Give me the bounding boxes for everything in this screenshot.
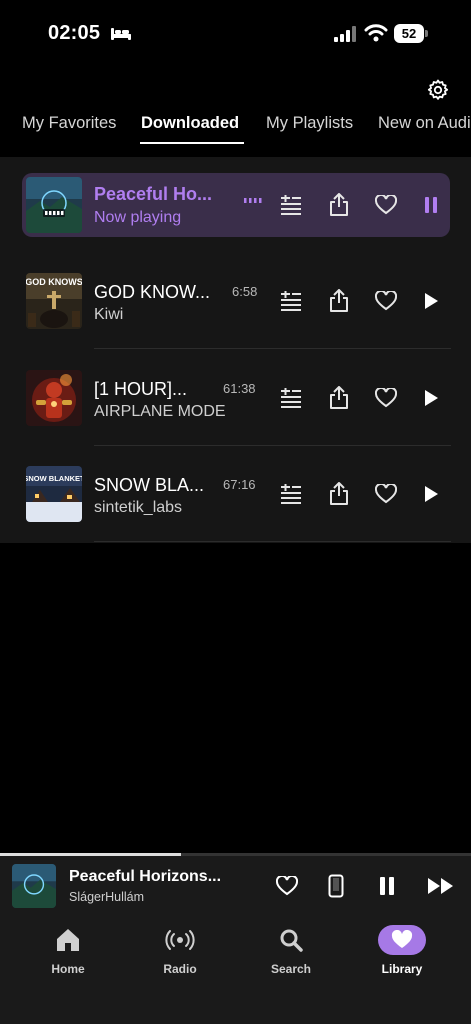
pause-icon[interactable]: [374, 873, 400, 899]
heart-icon[interactable]: [373, 192, 399, 218]
track-row[interactable]: [1 HOUR]... AIRPLANE MODE 61:38: [0, 350, 471, 446]
mini-player[interactable]: Peaceful Horizons... SlágerHullám: [0, 856, 471, 916]
mini-player-title: Peaceful Horizons...: [69, 868, 222, 885]
tab-downloaded[interactable]: Downloaded: [141, 114, 239, 133]
track-row[interactable]: GOD KNOWS GOD KNOW... Kiwi 6:58: [0, 253, 471, 349]
now-playing-label: Now playing: [94, 209, 182, 226]
mini-player-artwork: [12, 864, 56, 908]
gear-icon[interactable]: [426, 78, 450, 102]
track-artwork: [26, 177, 82, 233]
nav-search[interactable]: Search: [251, 926, 331, 976]
track-artist: AIRPLANE MODE: [94, 403, 226, 420]
heart-icon: [391, 930, 413, 948]
heart-icon[interactable]: [274, 873, 300, 899]
heart-icon[interactable]: [373, 288, 399, 314]
track-duration: 67:16: [223, 477, 256, 492]
active-tab-indicator: [140, 142, 244, 144]
artwork-text: SNOW BLANKET: [26, 474, 82, 483]
track-row-now-playing[interactable]: Peaceful Ho... Now playing: [22, 173, 450, 237]
status-bar: 02:05 52: [0, 0, 471, 68]
add-to-queue-icon[interactable]: [278, 481, 304, 507]
track-artwork: SNOW BLANKET: [26, 466, 82, 522]
play-icon[interactable]: [418, 385, 444, 411]
library-tabs: My Favorites Downloaded My Playlists New…: [0, 108, 471, 148]
equalizer-icon: [244, 198, 262, 203]
artwork-text: GOD KNOWS: [26, 277, 82, 287]
tab-my-favorites[interactable]: My Favorites: [22, 114, 116, 133]
nav-search-label: Search: [270, 962, 312, 976]
track-artwork: GOD KNOWS: [26, 273, 82, 329]
bottom-navigation: Home Radio Search Library: [0, 916, 471, 1024]
track-title: SNOW BLA...: [94, 475, 205, 495]
home-icon: [57, 929, 79, 951]
downloaded-list: Peaceful Ho... Now playing GOD KNOWS GOD…: [0, 157, 471, 543]
battery-indicator: 52: [394, 24, 428, 43]
track-title: Peaceful Ho...: [94, 184, 213, 204]
pause-icon[interactable]: [418, 192, 444, 218]
nav-home[interactable]: Home: [28, 926, 108, 976]
play-icon[interactable]: [418, 481, 444, 507]
nav-radio-label: Radio: [163, 962, 197, 976]
radio-icon: [165, 930, 195, 950]
mini-player-station: SlágerHullám: [69, 890, 145, 904]
share-icon[interactable]: [326, 288, 352, 314]
cellular-signal-icon: [334, 26, 356, 42]
device-icon[interactable]: [323, 873, 349, 899]
wifi-icon: [364, 24, 388, 42]
track-row[interactable]: SNOW BLANKET SNOW BLA... sintetik_labs 6…: [0, 446, 471, 542]
bed-icon: [111, 28, 131, 40]
track-artist: Kiwi: [94, 306, 124, 323]
heart-icon[interactable]: [373, 481, 399, 507]
track-artwork: [26, 370, 82, 426]
track-duration: 6:58: [232, 284, 258, 299]
add-to-queue-icon[interactable]: [278, 385, 304, 411]
share-icon[interactable]: [326, 481, 352, 507]
heart-icon[interactable]: [373, 385, 399, 411]
tab-my-playlists[interactable]: My Playlists: [266, 114, 353, 133]
search-icon: [280, 929, 303, 952]
share-icon[interactable]: [326, 192, 352, 218]
add-to-queue-icon[interactable]: [278, 192, 304, 218]
track-title: GOD KNOW...: [94, 282, 211, 302]
tab-new-on-audio[interactable]: New on Audi: [378, 114, 471, 133]
track-artist: sintetik_labs: [94, 499, 183, 516]
nav-library[interactable]: Library: [362, 925, 442, 976]
track-duration: 61:38: [223, 381, 256, 396]
share-icon[interactable]: [326, 385, 352, 411]
add-to-queue-icon[interactable]: [278, 288, 304, 314]
nav-library-label: Library: [381, 962, 423, 976]
play-icon[interactable]: [418, 288, 444, 314]
track-title: [1 HOUR]...: [94, 379, 188, 399]
nav-radio[interactable]: Radio: [140, 926, 220, 976]
status-time: 02:05: [48, 22, 101, 44]
battery-level: 52: [394, 24, 424, 43]
fast-forward-icon[interactable]: [426, 873, 456, 899]
nav-home-label: Home: [51, 962, 85, 976]
